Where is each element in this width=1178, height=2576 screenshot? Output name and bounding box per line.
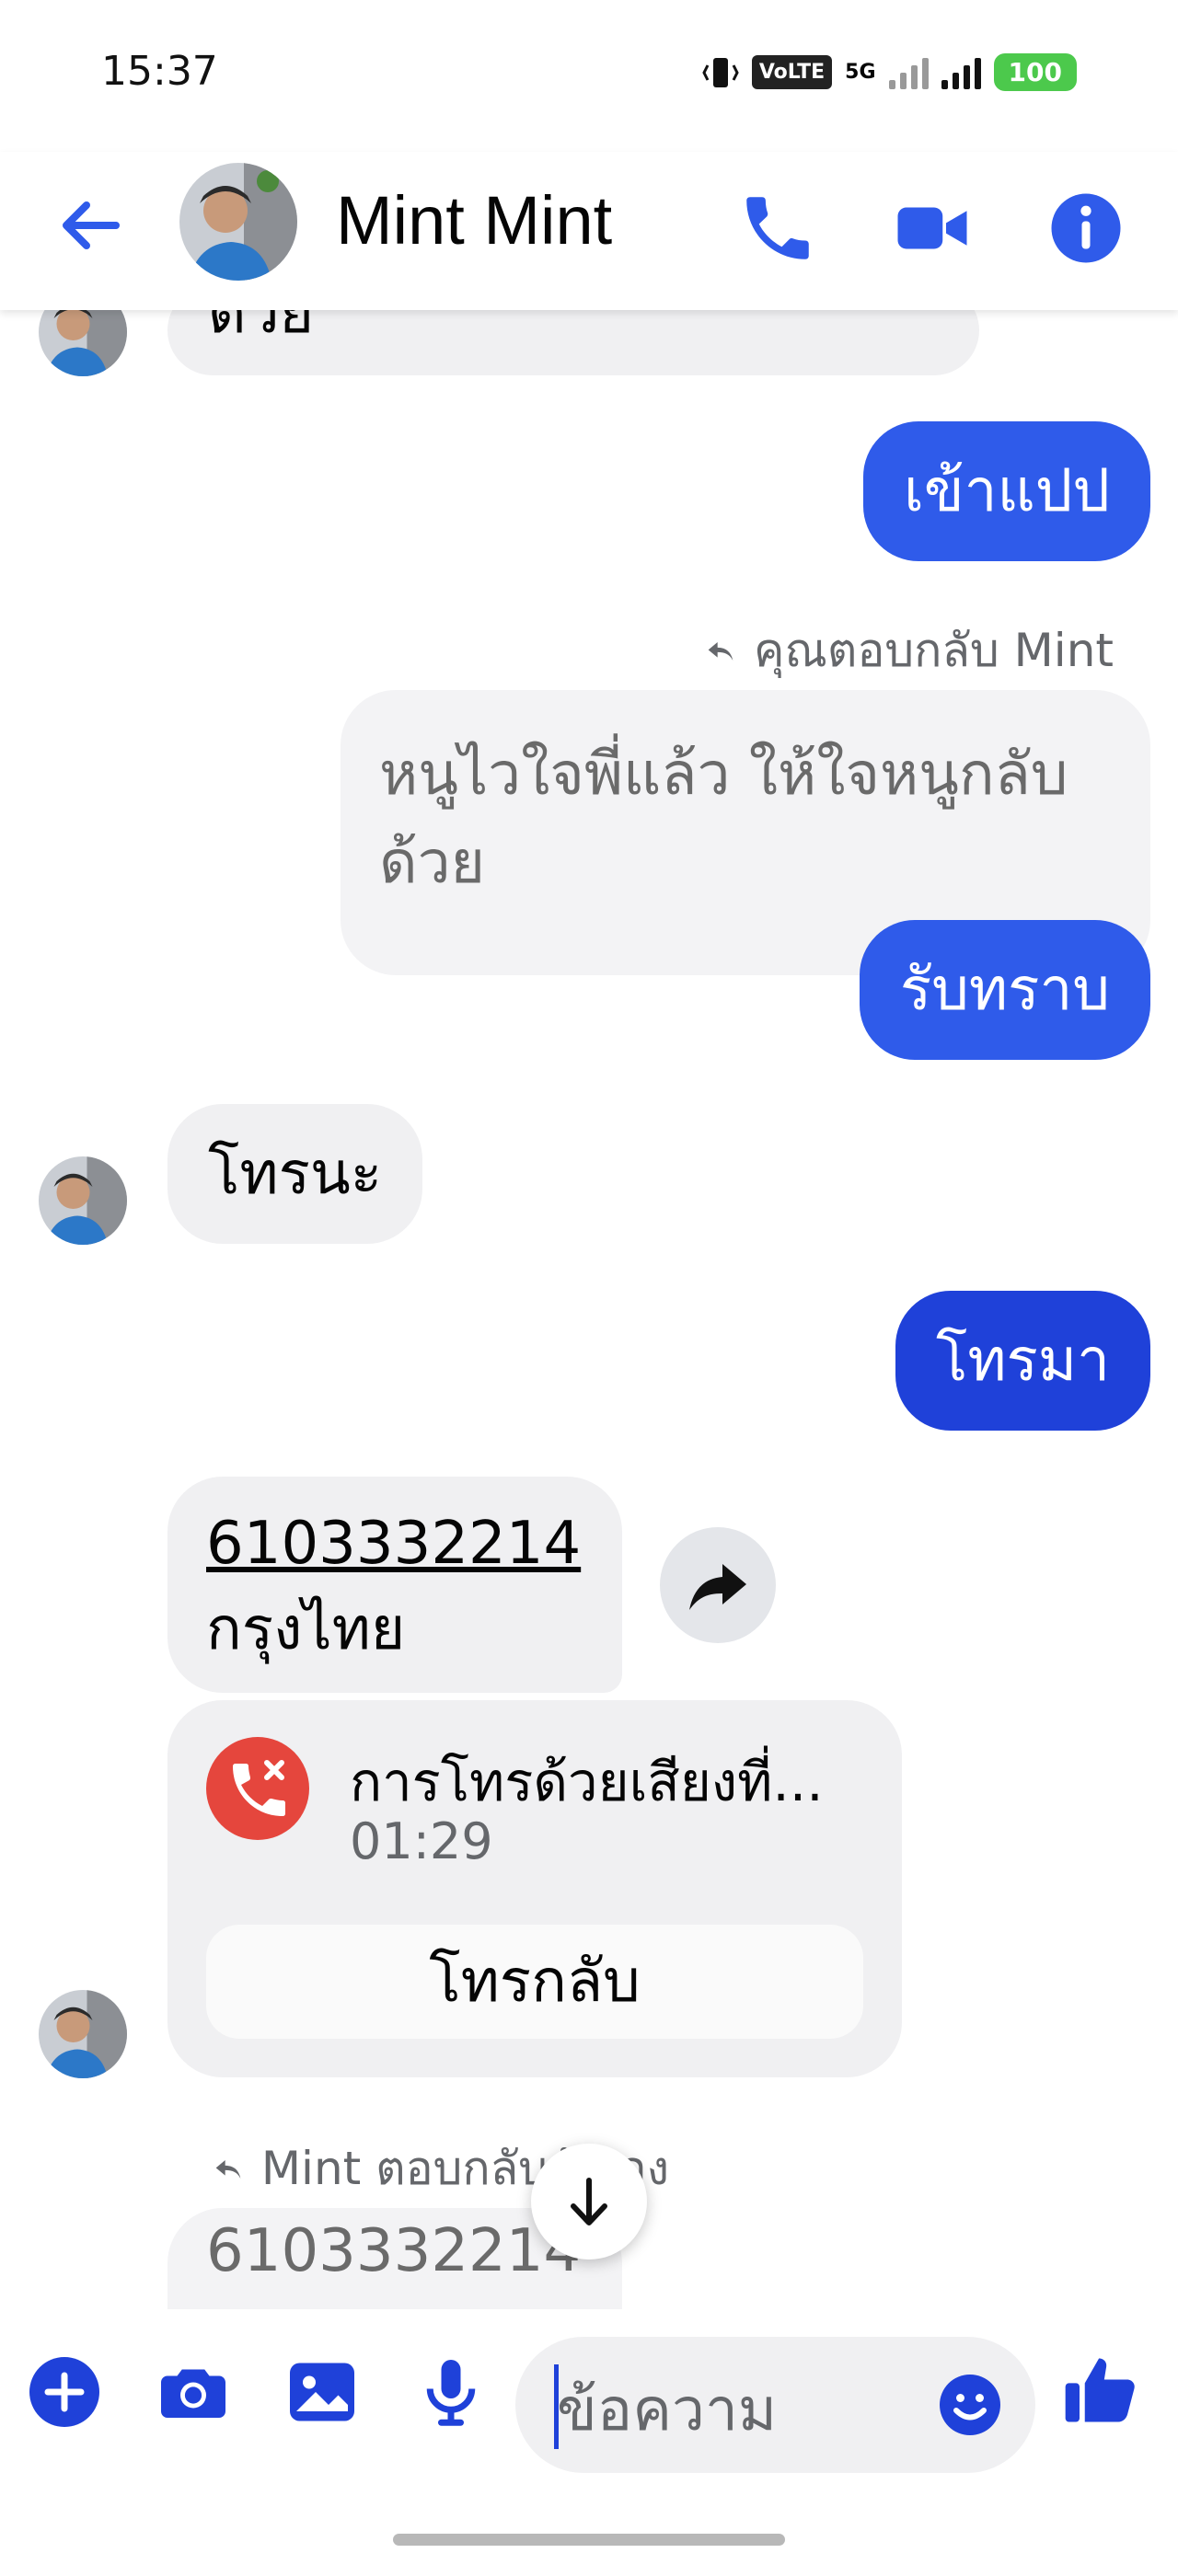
chat-header: Mint Mint — [0, 152, 1178, 310]
camera-button[interactable] — [155, 2353, 232, 2434]
status-bar: 15:37 VoLTE 5G 100 — [0, 0, 1178, 152]
avatar-image — [39, 1156, 127, 1245]
scroll-to-bottom-button[interactable] — [531, 2144, 647, 2260]
message-placeholder: ข้อความ — [557, 2376, 778, 2444]
gallery-button[interactable] — [283, 2353, 361, 2434]
share-icon — [689, 1564, 746, 1610]
message-bubble-in[interactable]: 6103332214 กรุงไทย — [167, 1477, 622, 1693]
image-icon — [290, 2363, 354, 2421]
header-avatar[interactable] — [179, 163, 297, 281]
network-type: 5G — [845, 61, 876, 84]
emoji-button[interactable] — [937, 2372, 1003, 2442]
message-bubble-out[interactable]: โทรมา — [895, 1291, 1150, 1431]
battery-indicator: 100 — [993, 53, 1077, 91]
plus-icon — [29, 2357, 99, 2427]
callback-button[interactable]: โทรกลับ — [206, 1925, 863, 2039]
status-icons: VoLTE 5G 100 — [702, 53, 1077, 91]
phone-icon — [746, 197, 809, 259]
missed-call-icon — [206, 1737, 309, 1840]
info-icon — [1051, 193, 1121, 263]
arrow-down-icon — [571, 2178, 607, 2225]
vibrate-icon — [702, 57, 739, 87]
quoted-text: หนูไวใจพี่แล้ว ให้ใจหนูกลับด้วย — [379, 741, 1068, 897]
camera-icon — [161, 2369, 225, 2418]
reply-note: คุณตอบกลับ Mint — [702, 615, 1114, 687]
back-button[interactable] — [53, 189, 127, 262]
contact-name[interactable]: Mint Mint — [336, 181, 612, 259]
missed-call-card[interactable]: การโทรด้วยเสียงที่... 01:29 โทรกลับ — [167, 1700, 902, 2077]
signal-icon — [888, 56, 929, 89]
voice-call-button[interactable] — [736, 187, 819, 270]
volte-badge: VoLTE — [751, 55, 833, 89]
message-bubble-out[interactable]: เข้าแปป — [862, 421, 1150, 561]
quoted-text: 6103332214 — [206, 2217, 582, 2285]
message-text: รับทราบ — [899, 956, 1110, 1024]
avatar[interactable] — [39, 1990, 127, 2078]
message-text: โทรมา — [935, 1327, 1110, 1395]
reply-note-text: คุณตอบกลับ Mint — [754, 624, 1114, 677]
home-indicator — [393, 2534, 785, 2546]
status-time: 15:37 — [101, 48, 218, 95]
message-text: เข้าแปป — [903, 457, 1110, 525]
emoji-icon — [940, 2375, 1000, 2435]
video-call-button[interactable] — [891, 187, 974, 270]
thumbs-up-icon — [1065, 2358, 1135, 2422]
back-arrow-icon — [63, 201, 120, 249]
avatar[interactable] — [39, 1156, 127, 1245]
share-button[interactable] — [660, 1527, 776, 1643]
message-text: โทรนะ — [208, 1140, 383, 1208]
more-actions-button[interactable] — [28, 2355, 101, 2432]
composer-bar: ข้อความ — [0, 2309, 1178, 2493]
reply-arrow-icon — [708, 642, 733, 661]
bank-name: กรุงไทย — [206, 1595, 406, 1663]
message-input[interactable]: ข้อความ — [515, 2337, 1035, 2473]
microphone-icon — [426, 2360, 476, 2426]
video-icon — [897, 207, 967, 249]
signal-icon-2 — [941, 56, 981, 89]
call-duration: 01:29 — [350, 1812, 493, 1870]
info-button[interactable] — [1045, 187, 1127, 270]
reply-arrow-icon — [215, 2160, 241, 2179]
avatar-image — [39, 1990, 127, 2078]
avatar-image — [179, 163, 297, 281]
like-button[interactable] — [1058, 2348, 1143, 2436]
message-bubble-out[interactable]: รับทราบ — [859, 920, 1150, 1060]
message-bubble-in[interactable]: โทรนะ — [167, 1104, 423, 1244]
account-number-link[interactable]: 6103332214 — [206, 1502, 583, 1585]
voice-message-button[interactable] — [412, 2353, 490, 2434]
